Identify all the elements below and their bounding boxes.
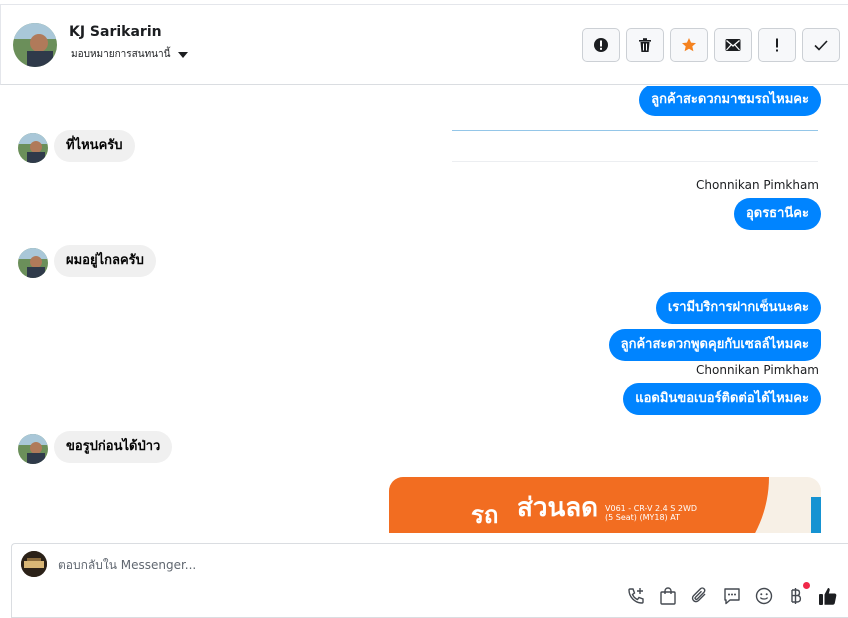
avatar[interactable] [18,133,48,163]
divider [452,130,818,131]
paperclip-icon [691,587,706,603]
reply-composer [11,543,848,618]
sender-name: Chonnikan Pimkham [696,178,819,192]
divider [452,161,818,162]
header-actions [582,28,840,62]
call-add-icon [628,588,644,604]
image-attachment[interactable]: รถ ส่วนลด V061 - CR-V 2.4 S 2WD (5 Seat)… [389,477,821,533]
mark-done-button[interactable] [802,28,840,62]
baht-icon [791,588,802,604]
delete-button[interactable] [626,28,664,62]
call-button[interactable] [626,586,646,606]
notification-dot [803,582,810,589]
message-bubble-outgoing[interactable]: เรามีบริการฝากเซ็นนะคะ [655,292,821,324]
check-icon [814,40,828,51]
trash-icon [639,38,651,52]
mark-follow-up-button[interactable] [758,28,796,62]
shopping-bag-icon [660,587,676,605]
like-icon [819,588,837,605]
shop-button[interactable] [658,586,678,606]
message-bubble-outgoing[interactable]: แอดมินขอเบอร์ติดต่อได้ไหมคะ [623,383,821,415]
like-button[interactable] [818,586,838,606]
message-bubble-incoming[interactable]: ผมอยู่ไกลครับ [54,245,156,277]
message-bubble-incoming[interactable]: ที่ไหนครับ [54,130,135,162]
emoji-icon [755,587,773,605]
mark-unread-button[interactable] [714,28,752,62]
alert-icon [594,38,608,52]
star-button[interactable] [670,28,708,62]
message-bubble-incoming[interactable]: ขอรูปก่อนได้ป่าว [54,431,173,463]
message-bubble-outgoing[interactable]: อุดรธานีคะ [733,198,821,230]
emoji-button[interactable] [754,586,774,606]
attach-button[interactable] [690,586,710,606]
sender-name: Chonnikan Pimkham [696,363,819,377]
composer-toolbar [626,582,838,606]
envelope-icon [725,39,741,51]
assign-label: มอบหมายการสนทนานี้ [71,49,171,60]
contact-name[interactable]: KJ Sarikarin [69,24,162,40]
payment-button[interactable] [786,582,810,606]
exclamation-icon [776,38,778,52]
contact-avatar[interactable] [13,23,57,67]
promo-accent [811,497,821,533]
saved-replies-button[interactable] [722,586,742,606]
caret-down-icon [178,51,189,58]
saved-reply-icon [724,588,740,605]
message-bubble-outgoing[interactable]: ลูกค้าสะดวกพูดคุยกับเซลล์ไหมคะ [608,329,821,361]
promo-detail-line: V061 - CR-V 2.4 S 2WD [605,504,698,513]
page-avatar [21,551,47,577]
message-bubble-outgoing[interactable]: ลูกค้าสะดวกมาชมรถไหมคะ [639,86,821,116]
avatar[interactable] [18,434,48,464]
promo-detail: V061 - CR-V 2.4 S 2WD (5 Seat) (MY18) AT [605,504,697,522]
promo-detail-line: (5 Seat) (MY18) AT [605,513,680,522]
promo-text: ส่วนลด [517,493,599,523]
message-thread[interactable]: ลูกค้าสะดวกมาชมรถไหมคะ ที่ไหนครับ Chonni… [0,86,848,533]
mark-spam-button[interactable] [582,28,620,62]
star-icon [682,38,696,52]
reply-input[interactable] [58,558,658,572]
assign-conversation-dropdown[interactable]: มอบหมายการสนทนานี้ [71,47,189,62]
promo-text: รถ [471,501,499,529]
avatar[interactable] [18,248,48,278]
conversation-header: KJ Sarikarin มอบหมายการสนทนานี้ [0,4,848,85]
